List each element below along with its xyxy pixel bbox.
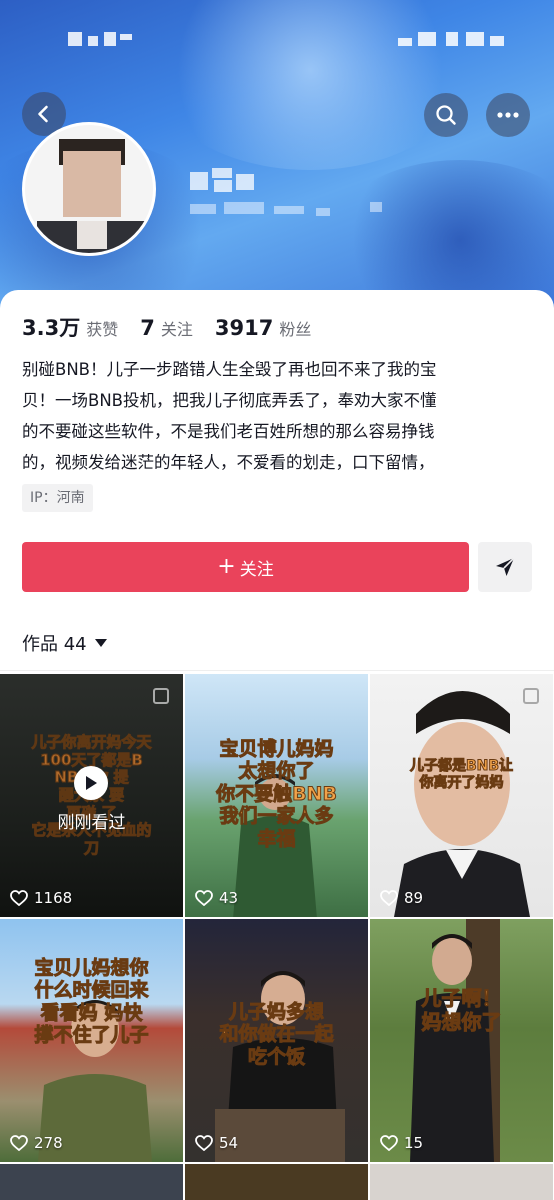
send-message-button[interactable]: [478, 542, 532, 592]
just-watched-label: 刚刚看过: [57, 813, 126, 833]
username-blurred: [190, 168, 260, 194]
stat-following-label: 关注: [160, 320, 193, 339]
video-overlay-text: 儿子啊！ 妈想你了: [421, 986, 502, 1034]
heart-icon: [380, 890, 398, 906]
works-tab[interactable]: 作品 44: [22, 630, 107, 656]
video-tile[interactable]: 宝贝博儿妈妈 太想你了 你不要触BNB 我们一家人多 幸福 43: [185, 674, 368, 917]
follow-label: 关注: [239, 559, 274, 580]
stat-following-value: 7: [140, 316, 155, 340]
chevron-down-icon: [94, 639, 107, 647]
search-icon: [436, 105, 456, 125]
stat-followers-label: 粉丝: [279, 320, 312, 339]
status-bar-icons-blurred: [392, 28, 510, 52]
like-count: 54: [195, 1134, 238, 1152]
video-overlay-text: 儿子妈多想 和你做在一起 吃个饭: [219, 1000, 334, 1068]
bio-line: 的，视频发给迷茫的年轻人，不爱看的划走，口下留情，: [22, 453, 435, 472]
back-icon: [38, 105, 48, 123]
video-tile[interactable]: 儿子你离开妈今天 100天了都是B NB把你 提 醒大家 要 再碰 了 它是杀人…: [0, 674, 183, 917]
video-overlay-text: 宝贝儿妈想你 什么时候回来 看看妈 妈快 撑不住了儿子: [34, 956, 149, 1047]
video-tile[interactable]: [185, 1164, 368, 1200]
video-tile[interactable]: 宝贝儿妈想你 什么时候回来 看看妈 妈快 撑不住了儿子 278: [0, 919, 183, 1162]
like-count: 1168: [10, 889, 72, 907]
heart-icon: [195, 890, 213, 906]
bio-line: 的不要碰这些软件，不是我们老百姓所想的那么容易挣钱: [22, 422, 435, 441]
video-overlay-text: 宝贝博儿妈妈 太想你了 你不要触BNB 我们一家人多 幸福: [216, 737, 338, 850]
video-tile[interactable]: 儿子都是BNB让 你离开了妈妈 89: [370, 674, 553, 917]
header-highlight: [150, 0, 470, 170]
profile-header: [0, 0, 554, 320]
stat-followers[interactable]: 3917 粉丝: [215, 316, 311, 340]
send-icon: [496, 557, 515, 576]
heart-icon: [10, 890, 28, 906]
heart-icon: [380, 1135, 398, 1151]
video-tile[interactable]: [0, 1164, 183, 1200]
ip-location-tag: IP：河南: [22, 484, 93, 512]
search-button[interactable]: [424, 93, 468, 137]
profile-stats: 3.3万 获赞 7 关注 3917 粉丝: [22, 312, 333, 342]
video-tile[interactable]: 儿子啊！ 妈想你了 15: [370, 919, 553, 1162]
heart-icon: [10, 1135, 28, 1151]
user-id-blurred: [190, 200, 390, 218]
like-count: 278: [10, 1134, 63, 1152]
video-tile[interactable]: 儿子妈多想 和你做在一起 吃个饭 54: [185, 919, 368, 1162]
play-icon: [74, 766, 108, 800]
stat-followers-value: 3917: [214, 316, 274, 340]
more-button[interactable]: [486, 93, 530, 137]
follow-button[interactable]: + 关注: [22, 542, 469, 592]
video-thumbnail-person: [394, 691, 530, 917]
video-overlay-text: 儿子都是BNB让 你离开了妈妈: [409, 758, 514, 791]
video-thumbnail-person: [410, 919, 500, 1162]
bio-line: 别碰BNB！儿子一步踏错人生全毁了再也回不来了我的宝: [22, 360, 437, 379]
stat-likes-value: 3.3万: [22, 316, 81, 340]
video-tile[interactable]: [370, 1164, 553, 1200]
like-count: 43: [195, 889, 238, 907]
stat-likes[interactable]: 3.3万 获赞: [22, 312, 118, 342]
profile-bio[interactable]: 别碰BNB！儿子一步踏错人生全毁了再也回不来了我的宝 贝！一场BNB投机，把我儿…: [22, 354, 532, 478]
stat-following[interactable]: 7 关注: [140, 316, 193, 340]
plus-icon: +: [217, 554, 236, 579]
avatar[interactable]: [22, 122, 156, 256]
works-label: 作品 44: [22, 634, 87, 655]
pin-icon: [153, 688, 169, 704]
status-bar-time-blurred: [68, 28, 134, 52]
heart-icon: [195, 1135, 213, 1151]
stat-likes-label: 获赞: [86, 320, 119, 339]
like-count: 15: [380, 1134, 423, 1152]
more-icon: [497, 112, 519, 118]
like-count: 89: [380, 889, 423, 907]
bio-line: 贝！一场BNB投机，把我儿子彻底弄丢了，奉劝大家不懂: [22, 391, 437, 410]
divider: [0, 670, 554, 671]
profile-card: 3.3万 获赞 7 关注 3917 粉丝 别碰BNB！儿子一步踏错人生全毁了再也…: [0, 290, 554, 1200]
